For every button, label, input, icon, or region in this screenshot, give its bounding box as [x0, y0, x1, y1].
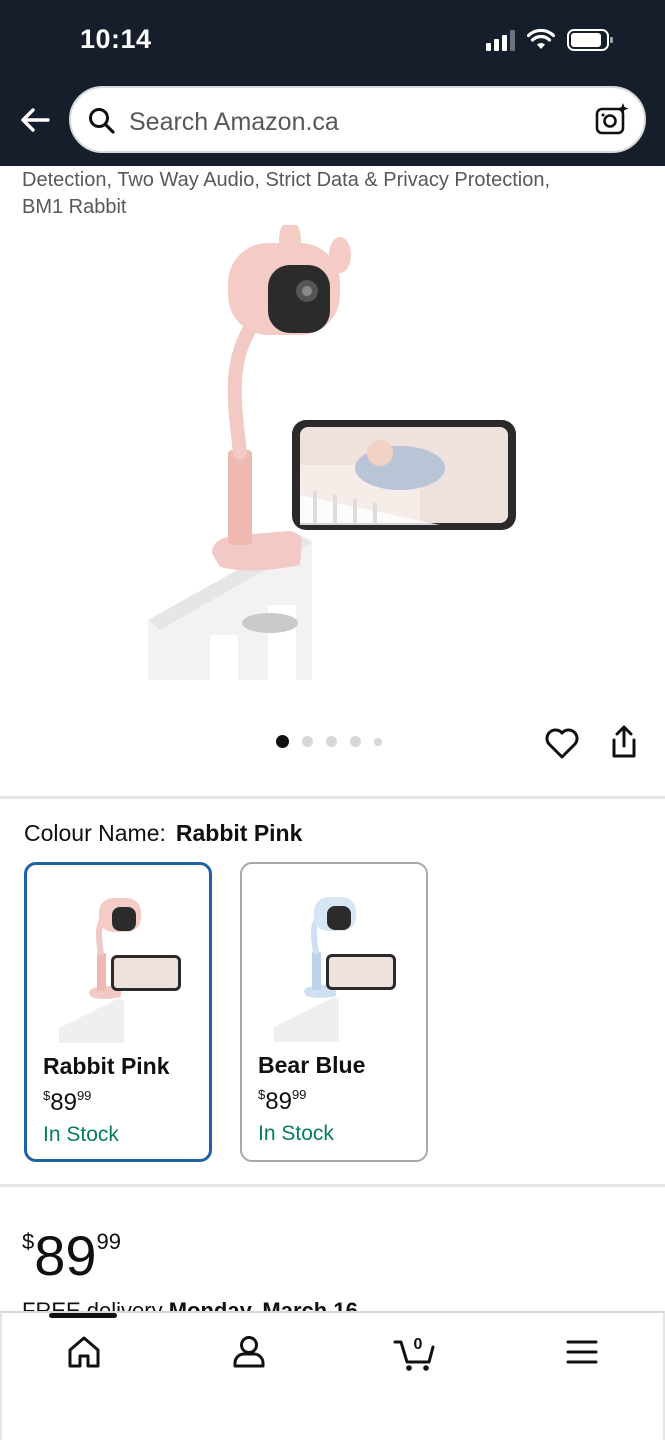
colour-option-stock: In Stock — [43, 1123, 119, 1146]
battery-icon — [567, 29, 613, 51]
back-arrow-icon[interactable] — [16, 100, 56, 140]
carousel-dot[interactable] — [350, 736, 361, 747]
colour-name-label: Colour Name: — [24, 820, 166, 846]
carousel-dot[interactable] — [302, 736, 313, 747]
colour-option-thumbnail — [59, 898, 181, 1043]
app-header: 10:14 Search Amazon.ca — [0, 0, 665, 166]
colour-selected-value: Rabbit Pink — [175, 820, 303, 846]
colour-option-rabbit-pink[interactable]: Rabbit Pink $8999 In Stock — [24, 862, 212, 1162]
bottom-navigation — [0, 1311, 665, 1440]
product-title-line-2: BM1 Rabbit — [22, 196, 127, 218]
section-divider — [0, 796, 665, 799]
product-price: $8999 — [22, 1212, 121, 1286]
search-input[interactable]: Search Amazon.ca — [129, 108, 339, 137]
product-image[interactable] — [140, 225, 530, 680]
camera-search-icon[interactable] — [594, 102, 630, 138]
carousel-dot[interactable] — [326, 736, 337, 747]
delivery-prefix: FREE delivery — [22, 1298, 163, 1312]
image-carousel-dots[interactable] — [276, 735, 382, 748]
wifi-icon — [527, 29, 555, 49]
carousel-dot[interactable] — [276, 735, 289, 748]
price-whole: 89 — [265, 1088, 292, 1115]
colour-option-name: Bear Blue — [258, 1052, 366, 1078]
cart-count: 0 — [414, 1336, 423, 1353]
carousel-dot[interactable] — [374, 737, 382, 746]
price-currency: $ — [22, 1229, 35, 1254]
colour-option-stock: In Stock — [258, 1122, 334, 1145]
colour-option-price: $8999 — [258, 1087, 306, 1116]
search-bar[interactable]: Search Amazon.ca — [69, 86, 646, 153]
cellular-signal-icon — [486, 29, 515, 51]
account-icon[interactable] — [229, 1332, 269, 1372]
colour-option-name: Rabbit Pink — [43, 1053, 170, 1079]
home-icon[interactable] — [64, 1332, 104, 1372]
status-time: 10:14 — [80, 24, 152, 54]
delivery-info: FREE delivery Monday, March 16 — [22, 1298, 622, 1312]
section-divider — [0, 1184, 665, 1187]
price-fraction: 99 — [291, 1087, 307, 1102]
colour-option-bear-blue[interactable]: Bear Blue $8999 In Stock — [240, 862, 428, 1162]
active-tab-indicator — [49, 1313, 117, 1318]
price-whole: 89 — [34, 1224, 97, 1287]
product-title-line-1: Detection, Two Way Audio, Strict Data & … — [22, 169, 550, 191]
heart-icon[interactable] — [544, 726, 580, 760]
product-title: Detection, Two Way Audio, Strict Data & … — [22, 167, 642, 221]
colour-option-price: $8999 — [43, 1088, 91, 1117]
menu-icon[interactable] — [562, 1332, 602, 1372]
price-fraction: 99 — [76, 1088, 92, 1103]
colour-name-row: Colour Name: Rabbit Pink — [24, 820, 302, 847]
colour-option-thumbnail — [274, 897, 396, 1042]
cart-icon[interactable]: 0 — [393, 1332, 439, 1372]
price-fraction: 99 — [96, 1229, 122, 1254]
search-icon — [89, 108, 115, 134]
share-icon[interactable] — [608, 724, 640, 760]
price-whole: 89 — [50, 1089, 77, 1116]
delivery-date: Monday, March 16 — [168, 1298, 358, 1312]
status-icons — [486, 28, 615, 52]
